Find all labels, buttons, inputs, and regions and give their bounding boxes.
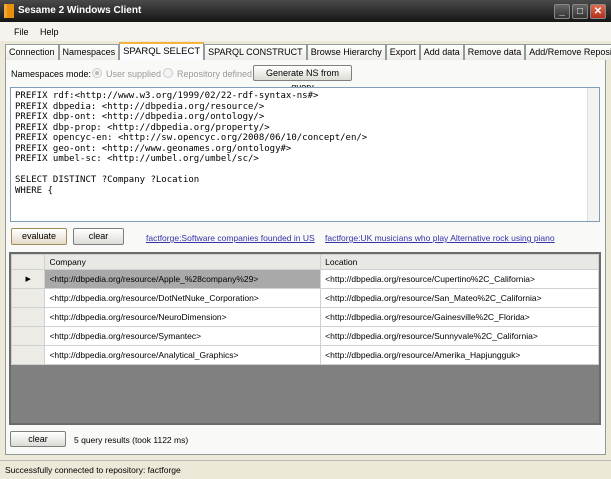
window-title: Sesame 2 Windows Client [18, 5, 142, 16]
status-text: Successfully connected to repository: fa… [5, 465, 181, 475]
tab-strip: Connection Namespaces SPARQL SELECT SPAR… [5, 42, 611, 60]
tab-namespaces[interactable]: Namespaces [58, 44, 120, 60]
cell-company[interactable]: <http://dbpedia.org/resource/NeuroDimens… [44, 307, 322, 327]
sample-query-link-1[interactable]: factforge:Software companies founded in … [146, 233, 315, 243]
app-icon [4, 4, 14, 18]
header-row: Company Location [10, 254, 599, 270]
cell-location[interactable]: <http://dbpedia.org/resource/Gainesville… [320, 307, 599, 327]
minimize-button[interactable]: _ [554, 4, 570, 19]
status-bar: Successfully connected to repository: fa… [0, 460, 611, 479]
cell-company[interactable]: <http://dbpedia.org/resource/Apple_%28co… [44, 269, 322, 289]
main-window: Sesame 2 Windows Client _ □ ✕ File Help … [0, 0, 611, 479]
table-row[interactable]: <http://dbpedia.org/resource/DotNetNuke_… [10, 288, 599, 308]
tab-add-data[interactable]: Add data [419, 44, 464, 60]
table-row[interactable]: <http://dbpedia.org/resource/NeuroDimens… [10, 307, 599, 327]
sample-query-link-2[interactable]: factforge:UK musicians who play Alternat… [325, 233, 555, 243]
close-button[interactable]: ✕ [590, 4, 606, 19]
cell-location[interactable]: <http://dbpedia.org/resource/Amerika_Hap… [320, 345, 599, 365]
tab-remove-data[interactable]: Remove data [463, 44, 526, 60]
table-row[interactable]: ▶ <http://dbpedia.org/resource/Apple_%28c… [10, 269, 599, 289]
title-bar: Sesame 2 Windows Client _ □ ✕ [0, 0, 611, 22]
current-row-indicator: ▶ [10, 269, 46, 289]
results-grid: Company Location ▶ <http://dbpedia.org/res… [9, 252, 601, 425]
cell-location[interactable]: <http://dbpedia.org/resource/Sunnyvale%2… [320, 326, 599, 346]
cell-company[interactable]: <http://dbpedia.org/resource/DotNetNuke_… [44, 288, 322, 308]
menu-help[interactable]: Help [40, 27, 59, 37]
menu-file[interactable]: File [14, 27, 29, 37]
query-scrollbar[interactable] [587, 88, 599, 221]
column-header-location[interactable]: Location [320, 254, 599, 270]
namespaces-mode-label: Namespaces mode: [11, 69, 92, 79]
tab-sparql-select[interactable]: SPARQL SELECT [119, 42, 205, 60]
radio-user-supplied-label: User supplied [106, 69, 162, 79]
evaluate-button[interactable]: evaluate [11, 228, 67, 245]
cell-company[interactable]: <http://dbpedia.org/resource/Symantec> [44, 326, 322, 346]
tab-browse-hierarchy[interactable]: Browse Hierarchy [306, 44, 386, 60]
query-text[interactable]: PREFIX rdf:<http://www.w3.org/1999/02/22… [15, 91, 367, 196]
row-header-corner [10, 254, 46, 270]
query-editor[interactable]: PREFIX rdf:<http://www.w3.org/1999/02/22… [10, 87, 600, 222]
radio-repository-defined[interactable] [163, 68, 173, 78]
row-header[interactable] [10, 326, 46, 346]
clear-query-button[interactable]: clear [73, 228, 124, 245]
cell-company[interactable]: <http://dbpedia.org/resource/Analytical_… [44, 345, 322, 365]
radio-user-supplied[interactable] [92, 68, 102, 78]
tab-sparql-construct[interactable]: SPARQL CONSTRUCT [204, 44, 307, 60]
maximize-button[interactable]: □ [572, 4, 588, 19]
radio-repository-defined-label: Repository defined [177, 69, 253, 79]
cell-location[interactable]: <http://dbpedia.org/resource/Cupertino%2… [320, 269, 599, 289]
row-header[interactable] [10, 345, 46, 365]
row-header[interactable] [10, 288, 46, 308]
menu-bar: File Help [0, 22, 611, 41]
cell-location[interactable]: <http://dbpedia.org/resource/San_Mateo%2… [320, 288, 599, 308]
row-header[interactable] [10, 307, 46, 327]
tab-add-remove-repository[interactable]: Add/Remove Repository [525, 44, 611, 60]
results-summary: 5 query results (took 1122 ms) [74, 435, 189, 445]
clear-results-button[interactable]: clear [10, 431, 66, 447]
tab-export[interactable]: Export [385, 44, 420, 60]
table-row[interactable]: <http://dbpedia.org/resource/Analytical_… [10, 345, 599, 365]
generate-ns-button[interactable]: Generate NS from query [253, 65, 352, 92]
table-row[interactable]: <http://dbpedia.org/resource/Symantec> <h… [10, 326, 599, 346]
tab-connection[interactable]: Connection [5, 44, 59, 60]
column-header-company[interactable]: Company [44, 254, 322, 270]
